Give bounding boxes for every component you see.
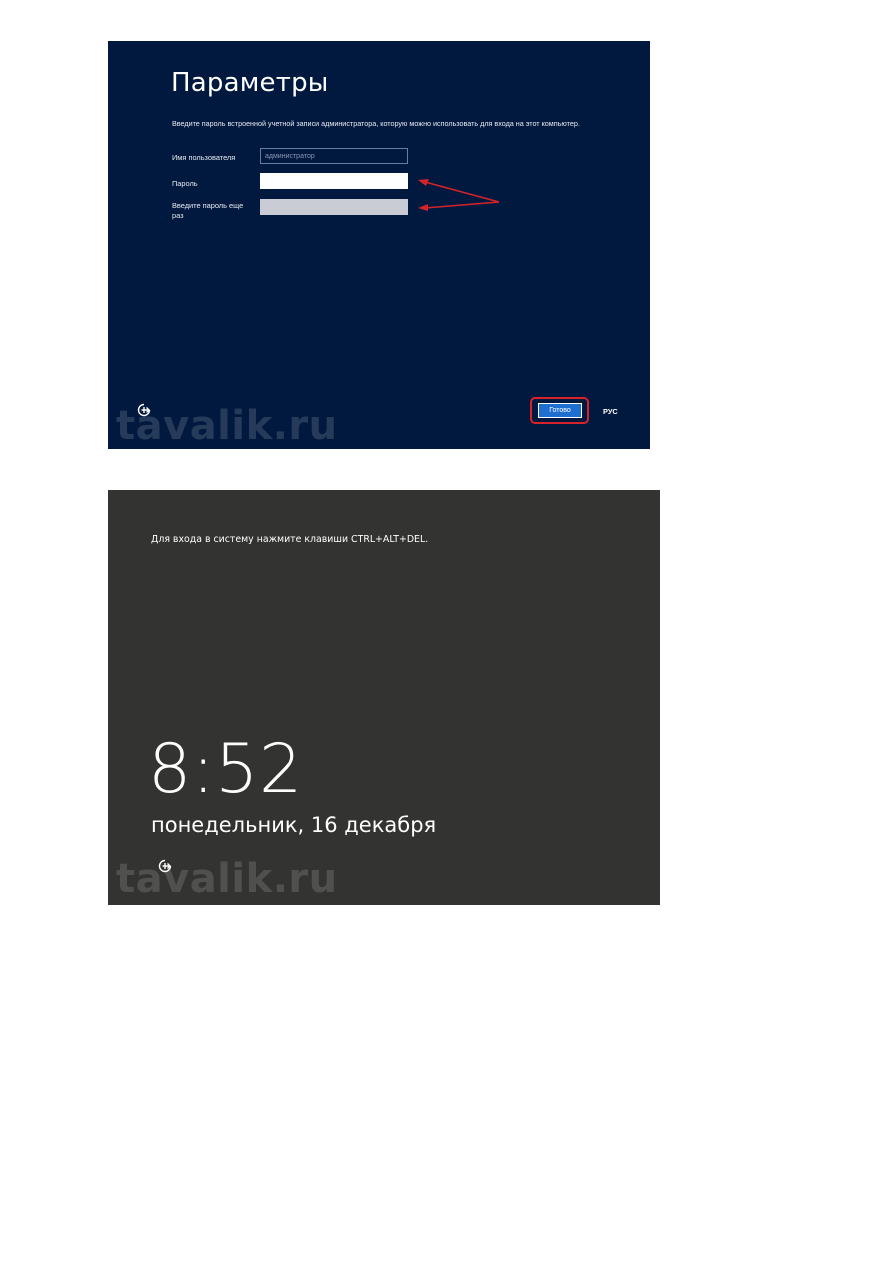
arrow-head-icon: [418, 204, 428, 211]
annotation-arrows: [418, 179, 500, 211]
settings-screen: Параметры Введите пароль встроенной учет…: [108, 41, 650, 449]
arrow-head-icon: [418, 179, 429, 186]
login-hint: Для входа в систему нажмите клавиши CTRL…: [151, 534, 429, 545]
confirm-password-field[interactable]: [260, 199, 408, 215]
watermark: tavalik.ru: [116, 403, 338, 449]
password-label: Пароль: [172, 179, 198, 188]
language-indicator[interactable]: РУС: [603, 407, 618, 416]
description-text: Введите пароль встроенной учетной записи…: [172, 119, 580, 128]
done-button[interactable]: Готово: [538, 403, 582, 418]
username-field[interactable]: [260, 148, 408, 164]
username-label: Имя пользователя: [172, 153, 236, 162]
lock-screen[interactable]: Для входа в систему нажмите клавиши CTRL…: [108, 490, 660, 905]
annotation-arrow-confirm: [424, 201, 500, 209]
watermark: tavalik.ru: [116, 856, 338, 902]
password-field[interactable]: [260, 173, 408, 189]
page-title: Параметры: [171, 68, 329, 98]
clock-date: понедельник, 16 декабря: [151, 813, 437, 837]
annotation-arrow-password: [424, 181, 500, 203]
clock-time: 8:52: [148, 730, 303, 809]
confirm-password-label: Введите пароль еще раз: [172, 201, 244, 220]
